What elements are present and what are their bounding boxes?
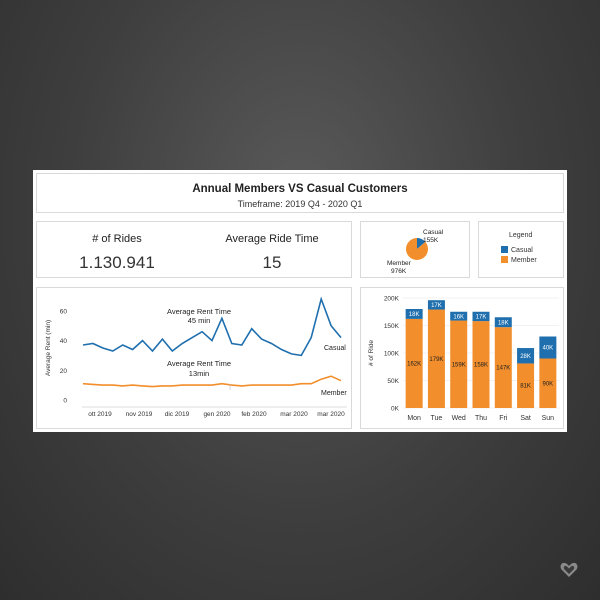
bar-casual-label-mon: 18K [409,312,420,318]
bar-casual-label-wed: 16K [453,314,464,320]
dashboard: Annual Members VS Casual Customers Timef… [33,170,567,432]
bar-member-label-wed: 159K [452,362,466,368]
line-chart-panel: Average Rent (min) 0 20 40 60 ott 2019 nov 2… [36,287,352,429]
casual-annotation-line1: Average Rent Time [167,307,231,316]
bar-xtick-sat: Sat [520,415,531,422]
bar-xtick-wed: Wed [452,415,466,422]
bar-casual-label-thu: 17K [476,315,487,321]
bar-ytick-0: 0K [391,406,400,413]
avg-ride-time-label: Average Ride Time [225,233,319,245]
bar-xtick-tue: Tue [431,415,443,422]
legend-swatch-casual [501,246,508,253]
line-chart: Average Rent (min) 0 20 40 60 ott 2019 nov 2… [45,296,347,418]
bar-xtick-mon: Mon [407,415,421,422]
bar-ytick-2: 100K [384,351,400,358]
dashboard-title: Annual Members VS Casual Customers [192,183,408,195]
bar-member-label-mon: 162K [407,361,421,367]
pie-chart: Casual 155K Member 976K [387,229,444,275]
member-series-label: Member [321,390,347,397]
legend-title: Legend [509,232,532,239]
casual-annotation-line2: 45 min [188,316,211,325]
rides-label: # of Rides [92,233,142,245]
line-xtick-3: gen 2020 [203,411,230,418]
legend: Legend Casual Member [501,232,537,264]
line-xtick-0: ott 2019 [88,411,112,418]
legend-label-casual: Casual [511,247,533,254]
bar-member-label-sun: 90K [543,381,554,387]
bar-xtick-sun: Sun [542,415,555,422]
bar-ytick-3: 150K [384,323,400,330]
legend-label-member: Member [511,257,537,264]
title-panel: Annual Members VS Casual Customers Timef… [36,173,564,213]
line-xtick-6: mar 2020 [317,411,345,418]
bar-xtick-fri: Fri [499,415,508,422]
line-ytick-3: 60 [60,308,68,315]
pie-label-casual-value: 155K [423,237,439,244]
line-ylabel: Average Rent (min) [45,320,52,376]
pie-label-member-value: 976K [391,268,407,275]
casual-series-label: Casual [324,345,346,352]
bar-chart-panel: # of Ride 0K 50K 100K 150K 200K 162K 18K Mon 17… [360,287,564,429]
line-xtick-4: feb 2020 [241,411,267,418]
bar-member-label-tue: 179K [429,357,443,363]
pie-label-casual-name: Casual [423,229,444,236]
line-xtick-5: mar 2020 [280,411,308,418]
bar-chart: # of Ride 0K 50K 100K 150K 200K 162K 18K Mon 17… [368,296,559,422]
pie-label-member-name: Member [387,260,412,267]
line-ytick-0: 0 [63,398,67,405]
bar-casual-label-sun: 40K [543,346,554,352]
heart-icon [560,562,578,577]
kpi-panel: # of Rides 1.130.941 Average Ride Time 1… [36,221,352,278]
member-line [82,375,342,388]
legend-panel: Legend Casual Member [478,221,564,278]
line-xtick-1: nov 2019 [126,411,153,418]
bar-member-label-sat: 81K [520,384,531,390]
avg-ride-time-value: 15 [262,253,282,272]
line-ytick-1: 20 [60,368,68,375]
member-annotation-line1: Average Rent Time [167,359,231,368]
bar-ytick-1: 50K [387,378,399,385]
bar-member-label-fri: 147K [496,366,510,372]
line-ytick-2: 40 [60,338,68,345]
bar-casual-label-fri: 18K [498,320,509,326]
dashboard-subtitle: Timeframe: 2019 Q4 - 2020 Q1 [237,199,363,209]
bar-member-label-thu: 158K [474,363,488,369]
line-xtick-2: dic 2019 [165,411,190,418]
bar-casual-label-sat: 28K [520,354,531,360]
legend-swatch-member [501,256,508,263]
rides-value: 1.130.941 [79,253,155,272]
bar-casual-label-tue: 17K [431,303,442,309]
bar-ylabel: # of Ride [368,340,375,366]
pie-panel: Casual 155K Member 976K [360,221,470,278]
bar-xtick-thu: Thu [475,415,487,422]
member-annotation-line2: 13min [189,369,209,378]
bar-ytick-4: 200K [384,296,400,303]
